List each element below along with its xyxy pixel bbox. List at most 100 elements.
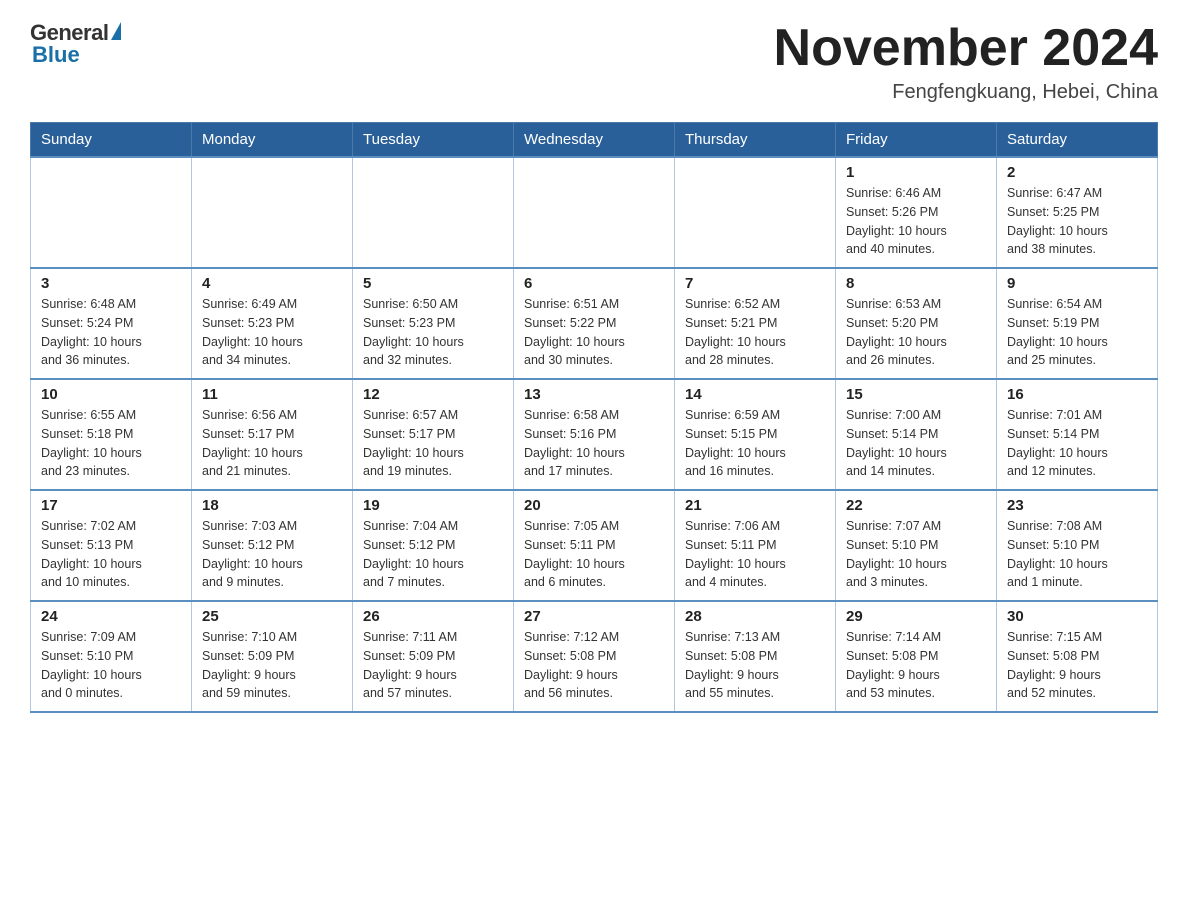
day-info: Sunrise: 6:51 AM Sunset: 5:22 PM Dayligh… [524,295,664,370]
day-number: 6 [524,275,664,292]
calendar-week-row: 10 Sunrise: 6:55 AM Sunset: 5:18 PM Dayli… [31,379,1158,490]
weekday-header-thursday: Thursday [675,123,836,158]
calendar-cell: 7 Sunrise: 6:52 AM Sunset: 5:21 PM Daylig… [675,268,836,379]
calendar-cell: 14 Sunrise: 6:59 AM Sunset: 5:15 PM Dayli… [675,379,836,490]
title-block: November 2024 Fengfengkuang, Hebei, Chin… [774,20,1158,104]
day-number: 19 [363,497,503,514]
calendar-header-row: SundayMondayTuesdayWednesdayThursdayFrid… [31,123,1158,158]
day-info: Sunrise: 7:14 AM Sunset: 5:08 PM Dayligh… [846,628,986,703]
location-text: Fengfengkuang, Hebei, China [774,81,1158,104]
day-info: Sunrise: 7:08 AM Sunset: 5:10 PM Dayligh… [1007,517,1147,592]
calendar-cell: 25 Sunrise: 7:10 AM Sunset: 5:09 PM Dayli… [192,601,353,712]
day-info: Sunrise: 6:56 AM Sunset: 5:17 PM Dayligh… [202,406,342,481]
day-info: Sunrise: 6:50 AM Sunset: 5:23 PM Dayligh… [363,295,503,370]
calendar-cell: 11 Sunrise: 6:56 AM Sunset: 5:17 PM Dayli… [192,379,353,490]
logo: General Blue [30,20,121,68]
calendar-cell: 15 Sunrise: 7:00 AM Sunset: 5:14 PM Dayli… [836,379,997,490]
day-info: Sunrise: 7:02 AM Sunset: 5:13 PM Dayligh… [41,517,181,592]
day-info: Sunrise: 6:59 AM Sunset: 5:15 PM Dayligh… [685,406,825,481]
day-info: Sunrise: 7:15 AM Sunset: 5:08 PM Dayligh… [1007,628,1147,703]
calendar-cell: 5 Sunrise: 6:50 AM Sunset: 5:23 PM Daylig… [353,268,514,379]
logo-blue-text: Blue [30,42,80,68]
calendar-cell: 29 Sunrise: 7:14 AM Sunset: 5:08 PM Dayli… [836,601,997,712]
calendar-cell [675,157,836,268]
day-info: Sunrise: 6:54 AM Sunset: 5:19 PM Dayligh… [1007,295,1147,370]
day-info: Sunrise: 7:04 AM Sunset: 5:12 PM Dayligh… [363,517,503,592]
day-info: Sunrise: 6:57 AM Sunset: 5:17 PM Dayligh… [363,406,503,481]
day-number: 29 [846,608,986,625]
day-number: 1 [846,164,986,181]
day-info: Sunrise: 7:11 AM Sunset: 5:09 PM Dayligh… [363,628,503,703]
day-number: 14 [685,386,825,403]
calendar-cell: 3 Sunrise: 6:48 AM Sunset: 5:24 PM Daylig… [31,268,192,379]
weekday-header-tuesday: Tuesday [353,123,514,158]
calendar-cell [353,157,514,268]
calendar-cell: 13 Sunrise: 6:58 AM Sunset: 5:16 PM Dayli… [514,379,675,490]
day-number: 16 [1007,386,1147,403]
calendar-cell: 22 Sunrise: 7:07 AM Sunset: 5:10 PM Dayli… [836,490,997,601]
calendar-cell: 21 Sunrise: 7:06 AM Sunset: 5:11 PM Dayli… [675,490,836,601]
day-info: Sunrise: 7:05 AM Sunset: 5:11 PM Dayligh… [524,517,664,592]
weekday-header-sunday: Sunday [31,123,192,158]
calendar-cell: 10 Sunrise: 6:55 AM Sunset: 5:18 PM Dayli… [31,379,192,490]
day-number: 21 [685,497,825,514]
day-number: 25 [202,608,342,625]
calendar-week-row: 17Sunrise: 7:02 AM Sunset: 5:13 PM Dayli… [31,490,1158,601]
day-number: 12 [363,386,503,403]
weekday-header-friday: Friday [836,123,997,158]
month-title: November 2024 [774,20,1158,77]
day-number: 2 [1007,164,1147,181]
day-info: Sunrise: 6:48 AM Sunset: 5:24 PM Dayligh… [41,295,181,370]
day-number: 5 [363,275,503,292]
day-number: 27 [524,608,664,625]
calendar-table: SundayMondayTuesdayWednesdayThursdayFrid… [30,122,1158,713]
day-number: 30 [1007,608,1147,625]
page-header: General Blue November 2024 Fengfengkuang… [30,20,1158,104]
day-number: 7 [685,275,825,292]
day-number: 9 [1007,275,1147,292]
calendar-week-row: 1 Sunrise: 6:46 AM Sunset: 5:26 PM Daylig… [31,157,1158,268]
day-number: 28 [685,608,825,625]
weekday-header-saturday: Saturday [997,123,1158,158]
calendar-cell: 28Sunrise: 7:13 AM Sunset: 5:08 PM Dayli… [675,601,836,712]
day-number: 10 [41,386,181,403]
day-info: Sunrise: 6:53 AM Sunset: 5:20 PM Dayligh… [846,295,986,370]
weekday-header-wednesday: Wednesday [514,123,675,158]
logo-arrow-icon [111,22,121,40]
day-info: Sunrise: 6:49 AM Sunset: 5:23 PM Dayligh… [202,295,342,370]
day-number: 18 [202,497,342,514]
calendar-cell: 9 Sunrise: 6:54 AM Sunset: 5:19 PM Daylig… [997,268,1158,379]
day-number: 8 [846,275,986,292]
day-info: Sunrise: 7:03 AM Sunset: 5:12 PM Dayligh… [202,517,342,592]
day-info: Sunrise: 7:06 AM Sunset: 5:11 PM Dayligh… [685,517,825,592]
calendar-cell: 24Sunrise: 7:09 AM Sunset: 5:10 PM Dayli… [31,601,192,712]
day-number: 24 [41,608,181,625]
calendar-week-row: 3 Sunrise: 6:48 AM Sunset: 5:24 PM Daylig… [31,268,1158,379]
day-number: 15 [846,386,986,403]
day-number: 23 [1007,497,1147,514]
day-number: 3 [41,275,181,292]
day-info: Sunrise: 6:52 AM Sunset: 5:21 PM Dayligh… [685,295,825,370]
day-info: Sunrise: 7:00 AM Sunset: 5:14 PM Dayligh… [846,406,986,481]
day-info: Sunrise: 6:55 AM Sunset: 5:18 PM Dayligh… [41,406,181,481]
calendar-cell: 17Sunrise: 7:02 AM Sunset: 5:13 PM Dayli… [31,490,192,601]
calendar-cell: 19 Sunrise: 7:04 AM Sunset: 5:12 PM Dayli… [353,490,514,601]
calendar-cell: 8 Sunrise: 6:53 AM Sunset: 5:20 PM Daylig… [836,268,997,379]
calendar-week-row: 24Sunrise: 7:09 AM Sunset: 5:10 PM Dayli… [31,601,1158,712]
calendar-cell: 18 Sunrise: 7:03 AM Sunset: 5:12 PM Dayli… [192,490,353,601]
calendar-cell: 20 Sunrise: 7:05 AM Sunset: 5:11 PM Dayli… [514,490,675,601]
day-info: Sunrise: 7:10 AM Sunset: 5:09 PM Dayligh… [202,628,342,703]
calendar-cell: 6 Sunrise: 6:51 AM Sunset: 5:22 PM Daylig… [514,268,675,379]
day-number: 20 [524,497,664,514]
day-info: Sunrise: 7:07 AM Sunset: 5:10 PM Dayligh… [846,517,986,592]
calendar-cell: 4Sunrise: 6:49 AM Sunset: 5:23 PM Daylig… [192,268,353,379]
day-number: 13 [524,386,664,403]
calendar-cell: 1 Sunrise: 6:46 AM Sunset: 5:26 PM Daylig… [836,157,997,268]
day-number: 26 [363,608,503,625]
day-info: Sunrise: 7:01 AM Sunset: 5:14 PM Dayligh… [1007,406,1147,481]
calendar-cell [514,157,675,268]
day-info: Sunrise: 6:58 AM Sunset: 5:16 PM Dayligh… [524,406,664,481]
day-number: 11 [202,386,342,403]
day-info: Sunrise: 6:46 AM Sunset: 5:26 PM Dayligh… [846,184,986,259]
day-number: 22 [846,497,986,514]
